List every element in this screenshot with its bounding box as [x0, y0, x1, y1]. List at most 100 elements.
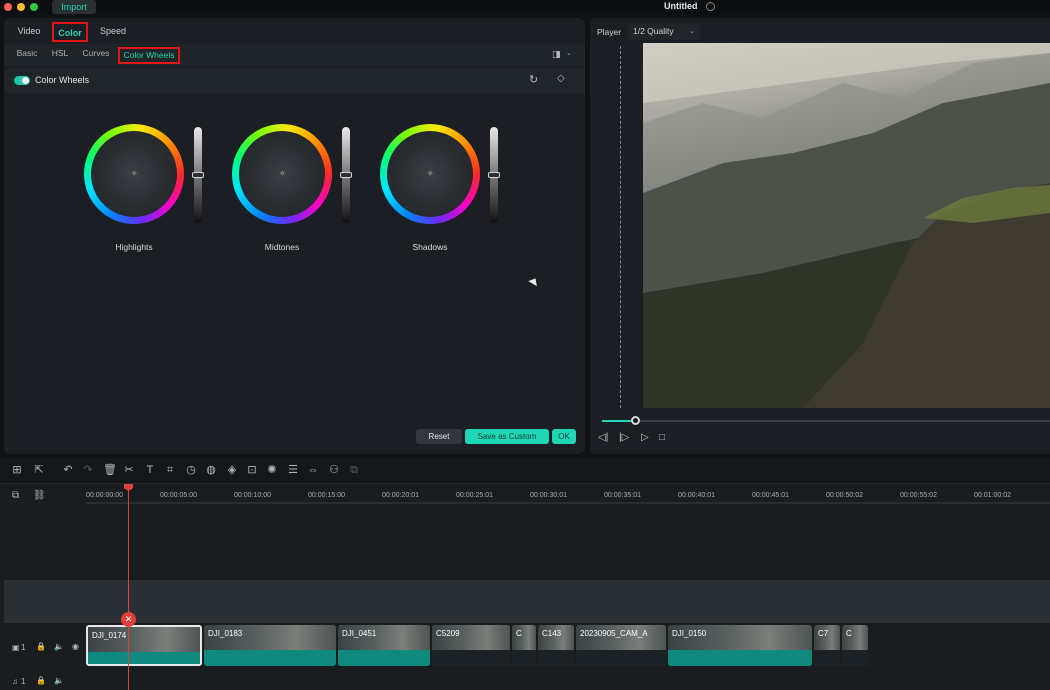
- clip-name: 20230905_CAM_A: [580, 629, 648, 638]
- color-wheels-toggle[interactable]: [14, 76, 30, 85]
- subtab-basic[interactable]: Basic: [14, 47, 40, 64]
- clip-audio-bar: [814, 650, 840, 666]
- subtab-curves[interactable]: Curves: [81, 47, 111, 64]
- wheel-center-handle-icon[interactable]: ✧: [427, 170, 434, 178]
- player-progress-bar[interactable]: [602, 420, 1050, 422]
- minimize-window-button[interactable]: [17, 3, 25, 11]
- preview-landscape: [643, 43, 1050, 408]
- player-guide-line: [620, 46, 621, 408]
- select-tool-icon[interactable]: ⇱: [33, 464, 45, 476]
- split-marker-icon[interactable]: ✕: [121, 612, 136, 627]
- track-separator: [4, 580, 1050, 623]
- close-window-button[interactable]: [4, 3, 12, 11]
- clip-name: C: [516, 629, 522, 638]
- speed-icon[interactable]: ◷: [185, 464, 197, 476]
- wheel-label: Shadows: [412, 242, 448, 252]
- tab-video[interactable]: Video: [14, 22, 44, 42]
- maximize-window-button[interactable]: [30, 3, 38, 11]
- timeline-clip[interactable]: DJI_0174: [86, 625, 202, 666]
- keyframe-icon[interactable]: ◇: [557, 73, 565, 84]
- next-frame-icon[interactable]: |▷: [619, 432, 629, 443]
- layout-icon[interactable]: ⊞: [11, 464, 23, 476]
- slider-knob[interactable]: [340, 172, 352, 178]
- add-track-icon[interactable]: ⧉: [12, 490, 19, 501]
- stop-icon[interactable]: □: [659, 432, 665, 443]
- timeline-clip[interactable]: 20230905_CAM_A: [576, 625, 666, 666]
- clip-audio-bar: [204, 650, 336, 666]
- mask-icon[interactable]: ◈: [226, 464, 238, 476]
- subtab-hsl[interactable]: HSL: [48, 47, 72, 64]
- color-icon[interactable]: ◍: [205, 464, 217, 476]
- reset-button[interactable]: Reset: [416, 429, 462, 444]
- reset-icon[interactable]: ↻: [529, 73, 538, 86]
- slider-knob[interactable]: [488, 172, 500, 178]
- save-as-custom-button[interactable]: Save as Custom: [465, 429, 549, 444]
- midtones-wheel-group: ✧ Midtones: [232, 124, 358, 254]
- crop-icon[interactable]: ⌗: [164, 464, 176, 476]
- empty-track-area[interactable]: [86, 504, 1050, 580]
- player-scrub-handle[interactable]: [631, 416, 640, 425]
- clip-audio-bar: [842, 650, 868, 666]
- lock-icon[interactable]: 🔒: [36, 676, 46, 685]
- compare-view-icon[interactable]: ◨: [552, 49, 561, 60]
- section-title: Color Wheels: [35, 75, 90, 85]
- speaker-icon[interactable]: 🔈: [54, 642, 64, 651]
- quality-dropdown[interactable]: 1/2 Quality ⌄: [628, 23, 700, 40]
- clip-audio-bar: [432, 650, 510, 666]
- stabilize-icon[interactable]: ⊡: [246, 464, 258, 476]
- previous-frame-icon[interactable]: ◁|: [598, 432, 608, 443]
- clip-name: C7: [818, 629, 829, 638]
- subtab-color-wheels[interactable]: Color Wheels: [118, 47, 180, 64]
- shadows-luma-slider[interactable]: [488, 127, 500, 223]
- adjust-icon[interactable]: ☰: [287, 464, 299, 476]
- timeline-clip[interactable]: C: [842, 625, 868, 666]
- clip-audio-bar: [338, 650, 430, 666]
- color-panel: Video Color Speed Basic HSL Curves Color…: [4, 18, 585, 454]
- eye-icon[interactable]: ◉: [72, 642, 79, 651]
- timeline-clip[interactable]: C7: [814, 625, 840, 666]
- wheel-label: Highlights: [115, 242, 153, 252]
- audio-track-number: 1: [21, 677, 26, 686]
- wheel-center-handle-icon[interactable]: ✧: [279, 170, 286, 178]
- highlights-luma-slider[interactable]: [192, 127, 204, 223]
- effects-icon[interactable]: ✺: [266, 464, 278, 476]
- tab-speed[interactable]: Speed: [96, 22, 130, 42]
- delete-icon[interactable]: 🗑: [103, 464, 117, 476]
- title-bar: Import Untitled: [0, 0, 1050, 14]
- audio-sync-icon[interactable]: ⇔: [307, 464, 319, 476]
- speaker-icon[interactable]: 🔈: [54, 676, 64, 685]
- timeline-clip[interactable]: DJI_0451: [338, 625, 430, 666]
- import-tab[interactable]: Import: [52, 0, 96, 14]
- play-icon[interactable]: ▷: [641, 432, 649, 443]
- ai-tool-icon[interactable]: ⚇: [328, 464, 340, 476]
- slider-knob[interactable]: [192, 172, 204, 178]
- video-track-icon: ▣: [12, 643, 20, 652]
- lock-icon[interactable]: 🔒: [36, 642, 46, 651]
- timeline-clip[interactable]: DJI_0183: [204, 625, 336, 666]
- audio-track-icon: ♫: [12, 677, 18, 686]
- timeline-clip[interactable]: C143: [538, 625, 574, 666]
- timeline-clip[interactable]: C5209: [432, 625, 510, 666]
- clip-name: C143: [542, 629, 562, 638]
- text-icon[interactable]: T: [144, 464, 156, 476]
- timeline-playhead[interactable]: [128, 484, 129, 690]
- midtones-luma-slider[interactable]: [340, 127, 352, 223]
- timeline-clip[interactable]: DJI_0150: [668, 625, 812, 666]
- document-title: Untitled: [664, 1, 698, 11]
- link-icon[interactable]: ⛓: [33, 490, 46, 501]
- tab-color[interactable]: Color: [52, 22, 88, 42]
- timeline-ruler[interactable]: 00:00:00:00 00:00:05:00 00:00:10:00 00:0…: [86, 484, 1050, 504]
- undo-icon[interactable]: ↶: [62, 464, 74, 476]
- more-tools-icon[interactable]: ⧉: [348, 464, 360, 476]
- timeline-clip[interactable]: C: [512, 625, 536, 666]
- clip-name: C5209: [436, 629, 460, 638]
- ok-button[interactable]: OK: [552, 429, 576, 444]
- redo-icon[interactable]: ↷: [82, 464, 94, 476]
- wheel-center-handle-icon[interactable]: ✧: [131, 170, 138, 178]
- split-icon[interactable]: ✂: [123, 464, 135, 476]
- clip-audio-bar: [576, 650, 666, 666]
- video-preview[interactable]: [643, 43, 1050, 408]
- chevron-down-icon[interactable]: ⌄: [566, 49, 572, 57]
- project-status-icon[interactable]: [706, 2, 715, 11]
- clip-audio-bar: [538, 650, 574, 666]
